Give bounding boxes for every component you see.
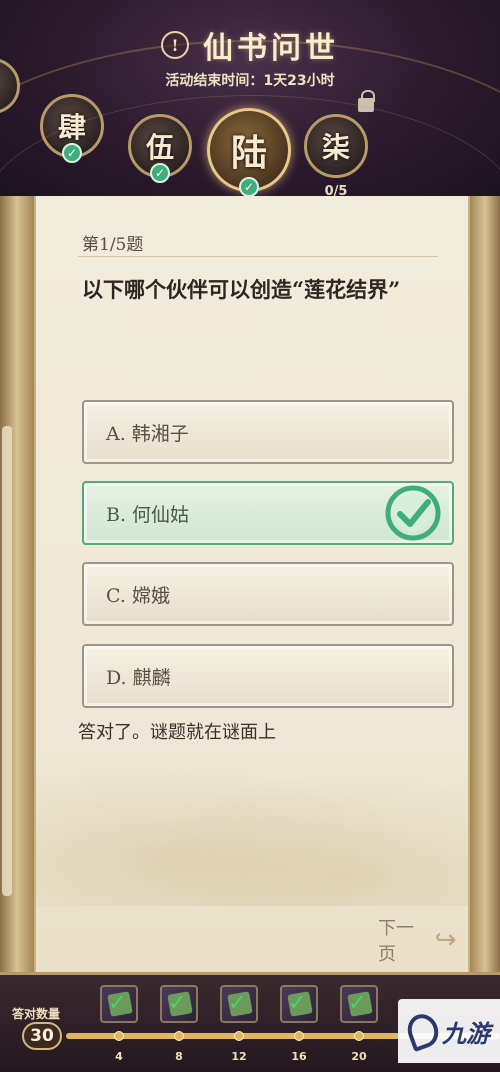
check-icon: ✓ <box>168 991 187 1016</box>
reward-progress-bar: 答对数量 30 ✓ ✓ ✓ ✓ ✓ 4 8 12 16 20 九游 <box>0 972 500 1072</box>
reward-chest-3[interactable]: ✓ <box>220 985 258 1023</box>
reward-chest-5[interactable]: ✓ <box>340 985 378 1023</box>
option-label: B. 何仙姑 <box>106 503 190 526</box>
tick-label: 8 <box>175 1050 183 1063</box>
scrollbar[interactable] <box>2 426 12 896</box>
check-icon: ✓ <box>348 991 367 1016</box>
title-row: ! 仙书问世 <box>0 22 500 68</box>
check-icon: ✓ <box>228 991 247 1016</box>
tick-marker <box>354 1031 364 1041</box>
check-icon: ✓ <box>108 991 127 1016</box>
chapter-label: 柒 <box>321 131 350 164</box>
chapter-7[interactable]: 柒 0/5 <box>304 114 368 199</box>
option-d[interactable]: D. 麒麟 <box>82 644 454 708</box>
next-page-button[interactable]: 下一页 ↪ <box>378 914 468 966</box>
tick-label: 16 <box>291 1050 307 1063</box>
option-label: A. 韩湘子 <box>106 422 189 445</box>
score-label: 答对数量 <box>12 1007 61 1021</box>
score-badge: 30 <box>22 1022 62 1050</box>
reward-chest-1[interactable]: ✓ <box>100 985 138 1023</box>
brand-logo-icon <box>403 1009 443 1053</box>
check-icon: ✓ <box>288 991 307 1016</box>
page-title: 仙书问世 <box>203 31 339 66</box>
brand-watermark: 九游 <box>398 999 500 1063</box>
check-icon: ✓ <box>150 163 170 183</box>
left-scroll-rail <box>0 196 34 976</box>
brand-text: 九游 <box>442 1019 490 1048</box>
option-b[interactable]: B. 何仙姑 <box>82 481 454 545</box>
tick-label: 4 <box>115 1050 123 1063</box>
question-text: 以下哪个伙伴可以创造“莲花结界” <box>82 277 401 302</box>
chapter-label: 伍 <box>145 131 174 164</box>
reward-chest-4[interactable]: ✓ <box>280 985 318 1023</box>
header: ! 仙书问世 活动结束时间：1天23小时 肆 ✓ 伍 ✓ 陆 ✓ 柒 0/5 <box>0 0 500 200</box>
chapter-4[interactable]: 肆 ✓ <box>40 94 104 163</box>
check-icon: ✓ <box>239 177 259 197</box>
chapter-6[interactable]: 陆 ✓ <box>207 108 291 197</box>
next-page-label: 下一页 <box>378 918 414 965</box>
lock-icon <box>358 90 375 112</box>
curved-arrow-icon: ↪ <box>434 925 457 955</box>
option-label: C. 嫦娥 <box>106 584 170 607</box>
chapter-label: 陆 <box>230 132 267 174</box>
option-a[interactable]: A. 韩湘子 <box>82 400 454 464</box>
correct-check-icon <box>385 485 441 541</box>
tick-label: 12 <box>231 1050 247 1063</box>
answer-feedback: 答对了。谜题就在谜面上 <box>78 722 276 743</box>
tick-marker <box>294 1031 304 1041</box>
tick-marker <box>234 1031 244 1041</box>
tick-marker <box>114 1031 124 1041</box>
chapter-5[interactable]: 伍 ✓ <box>128 114 192 183</box>
info-icon[interactable]: ! <box>161 31 189 59</box>
option-c[interactable]: C. 嫦娥 <box>82 562 454 626</box>
option-label: D. 麒麟 <box>106 666 171 689</box>
tick-marker <box>174 1031 184 1041</box>
reward-chest-2[interactable]: ✓ <box>160 985 198 1023</box>
question-card: 第1/5题 以下哪个伙伴可以创造“莲花结界” A. 韩湘子 B. 何仙姑 C. … <box>34 196 470 976</box>
cloud-decoration <box>36 746 468 906</box>
right-scroll-rail <box>470 196 500 976</box>
divider <box>78 256 438 257</box>
question-number: 第1/5题 <box>82 235 144 255</box>
event-countdown: 活动结束时间：1天23小时 <box>165 73 335 89</box>
tick-label: 20 <box>351 1050 367 1063</box>
check-icon: ✓ <box>62 143 82 163</box>
chapter-label: 肆 <box>57 111 86 144</box>
